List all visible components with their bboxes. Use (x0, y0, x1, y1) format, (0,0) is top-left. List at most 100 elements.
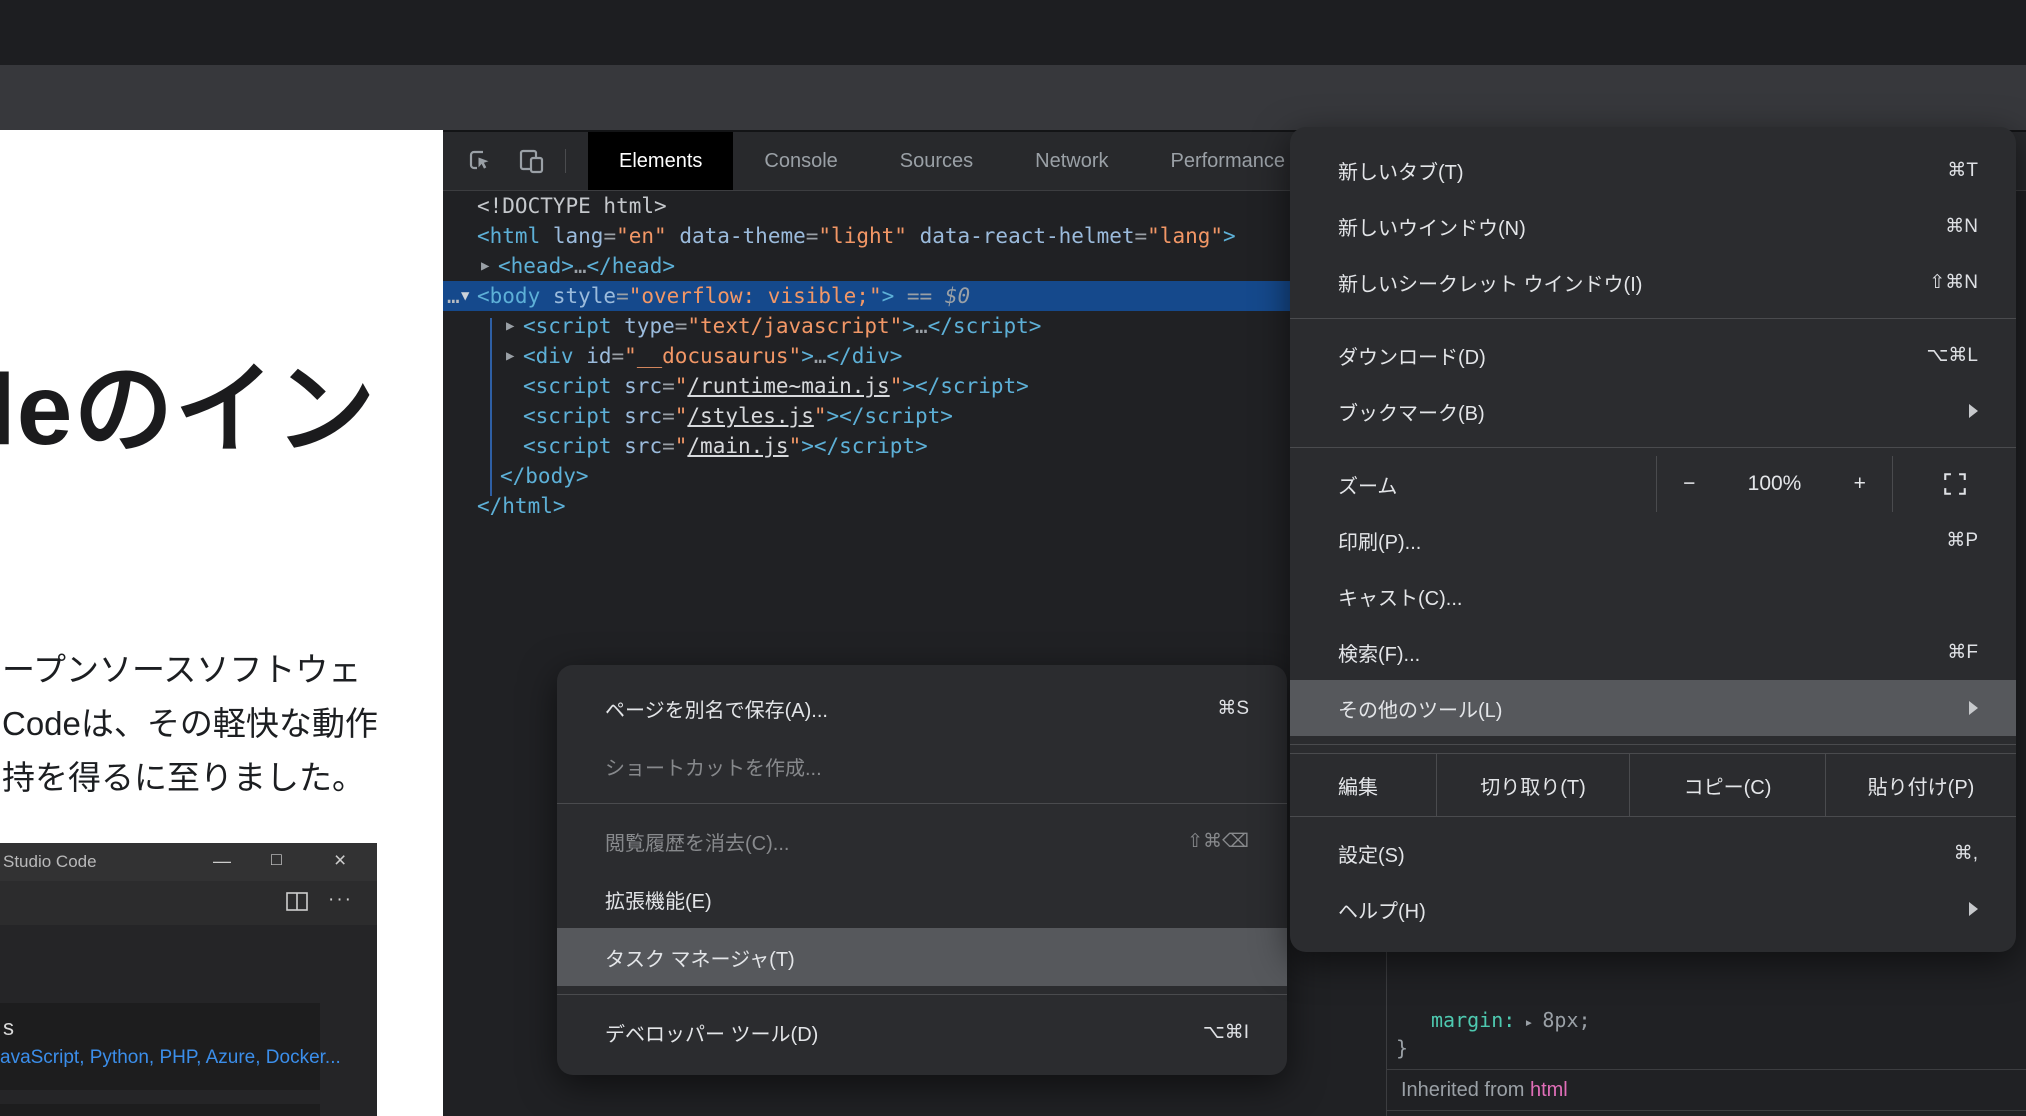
menu-item-label: ヘルプ(H) (1338, 895, 1969, 924)
syntax-token: > (882, 284, 895, 308)
menu-item-bookmarks[interactable]: ブックマーク(B) (1290, 383, 2016, 439)
menu-item-label: 検索(F)... (1338, 638, 1947, 667)
syntax-token: " (675, 404, 688, 428)
menu-item-new-tab[interactable]: 新しいタブ(T)⌘T (1290, 142, 2016, 198)
page-paragraph: ープンソースソフトウェCodeは、その軽快な動作持を得るに至りました。 (2, 643, 378, 805)
vscode-panel-strip (0, 1104, 320, 1116)
device-toolbar-icon[interactable] (517, 146, 547, 176)
menu-item-task-manager[interactable]: タスク マネージャ(T) (557, 928, 1287, 986)
syntax-token: src (612, 434, 663, 458)
syntax-token: data-react-helmet (907, 224, 1135, 248)
syntax-token: src (612, 374, 663, 398)
syntax-token: <script (523, 434, 612, 458)
dom-tree-line[interactable]: …▼<body style="overflow: visible;"> == $… (443, 281, 1420, 311)
vscode-partial-text: s (3, 1015, 14, 1041)
menu-item-shortcut: ⇧⌘⌫ (1187, 830, 1249, 853)
zoom-out-button[interactable]: − (1683, 472, 1695, 496)
menu-item-label: 新しいタブ(T) (1338, 156, 1947, 185)
tab-sources[interactable]: Sources (869, 132, 1004, 190)
collapsed-arrow-icon[interactable]: ▶ (481, 251, 489, 281)
submenu-arrow-icon (1969, 902, 1978, 916)
syntax-token: ></script> (801, 434, 927, 458)
toolbar-divider (565, 149, 566, 173)
fullscreen-button[interactable] (1893, 456, 2016, 512)
menu-item-save-page-as[interactable]: ページを別名で保存(A)...⌘S (557, 679, 1287, 737)
syntax-token: style (540, 284, 616, 308)
menu-item-print[interactable]: 印刷(P)...⌘P (1290, 512, 2016, 568)
menu-item-label: ダウンロード(D) (1338, 341, 1927, 370)
edit-label: 編集 (1290, 754, 1436, 816)
syntax-token: = (603, 224, 616, 248)
syntax-token: "en" (616, 224, 667, 248)
menu-item-copy[interactable]: コピー(C) (1629, 754, 1825, 816)
menu-item-label: タスク マネージャ(T) (605, 943, 1249, 972)
menu-separator (557, 994, 1287, 995)
css-rule-line[interactable]: margin: ▸ 8px; (1431, 1008, 1591, 1032)
vscode-editor-toolbar: ··· (0, 881, 377, 925)
collapsed-arrow-icon[interactable]: ▶ (506, 311, 514, 341)
tab-console[interactable]: Console (733, 132, 868, 190)
paragraph-line: 持を得るに至りました。 (2, 751, 378, 805)
menu-item-cut[interactable]: 切り取り(T) (1436, 754, 1629, 816)
zoom-in-button[interactable]: + (1854, 472, 1866, 496)
screenshot-root: G ☆ (0, 0, 2026, 1116)
inspect-element-icon[interactable] (465, 146, 495, 176)
submenu-arrow-icon (1969, 404, 1978, 418)
menu-item-developer-tools[interactable]: デベロッパー ツール(D)⌥⌘I (557, 1003, 1287, 1061)
menu-item-help[interactable]: ヘルプ(H) (1290, 881, 2016, 937)
menu-item-downloads[interactable]: ダウンロード(D)⌥⌘L (1290, 327, 2016, 383)
vscode-title-bar: Studio Code — □ × (0, 843, 377, 881)
syntax-token: " (675, 434, 688, 458)
css-rule-line[interactable]: } (1396, 1036, 1408, 1060)
syntax-token: == (894, 284, 945, 308)
paragraph-line: ープンソースソフトウェ (2, 643, 378, 697)
syntax-token: ></script> (902, 374, 1028, 398)
menu-item-more-tools[interactable]: その他のツール(L) (1290, 680, 2016, 736)
syntax-token: <head> (498, 254, 574, 278)
tab-network[interactable]: Network (1004, 132, 1139, 190)
menu-item-create-shortcut: ショートカットを作成... (557, 737, 1287, 795)
collapsed-arrow-icon[interactable]: ▶ (506, 341, 514, 371)
syntax-token: " (789, 434, 802, 458)
syntax-token: … (814, 344, 827, 368)
syntax-token: = (662, 404, 675, 428)
hidden-nodes-ellipsis[interactable]: … (447, 281, 460, 311)
syntax-token: "overflow: visible;" (629, 284, 882, 308)
syntax-token: /runtime~main.js (687, 374, 889, 398)
syntax-token: "__docusaurus" (624, 344, 801, 368)
menu-separator (557, 803, 1287, 804)
web-page: leのイン ープンソースソフトウェCodeは、その軽快な動作持を得るに至りました… (0, 130, 443, 1116)
submenu-arrow-icon (1969, 701, 1978, 715)
menu-item-cast[interactable]: キャスト(C)... (1290, 568, 2016, 624)
zoom-level-value: 100% (1748, 472, 1802, 496)
menu-item-new-incognito-window[interactable]: 新しいシークレット ウインドウ(I)⇧⌘N (1290, 254, 2016, 310)
syntax-token: /main.js (687, 434, 788, 458)
tab-strip (0, 0, 2026, 65)
menu-item-label: デベロッパー ツール(D) (605, 1018, 1203, 1047)
syntax-token: id (574, 344, 612, 368)
menu-item-find[interactable]: 検索(F)...⌘F (1290, 624, 2016, 680)
menu-item-settings[interactable]: 設定(S)⌘, (1290, 825, 2016, 881)
menu-item-shortcut: ⌘T (1947, 159, 1978, 182)
syntax-token: " (890, 374, 903, 398)
syntax-token: " (675, 374, 688, 398)
menu-item-shortcut: ⌥⌘I (1203, 1021, 1249, 1044)
expanded-arrow-icon[interactable]: ▼ (461, 281, 469, 311)
menu-item-label: ページを別名で保存(A)... (605, 694, 1217, 723)
menu-item-shortcut: ⌘, (1954, 842, 1978, 865)
syntax-token: = (1135, 224, 1148, 248)
menu-item-new-window[interactable]: 新しいウインドウ(N)⌘N (1290, 198, 2016, 254)
syntax-token: <!DOCTYPE html> (477, 194, 667, 218)
syntax-token: </body> (500, 464, 589, 488)
menu-item-zoom: ズーム − 100% + (1290, 456, 2016, 512)
menu-item-paste[interactable]: 貼り付け(P) (1825, 754, 2016, 816)
syntax-token: <script (523, 404, 612, 428)
inherited-from-header: Inherited from html (1387, 1069, 2026, 1111)
tab-elements[interactable]: Elements (588, 132, 733, 190)
menu-item-shortcut: ⌘P (1946, 529, 1978, 552)
zoom-label: ズーム (1290, 456, 1656, 512)
menu-item-extensions[interactable]: 拡張機能(E) (557, 870, 1287, 928)
syntax-token: > (902, 314, 915, 338)
split-editor-icon (286, 892, 308, 916)
vscode-welcome-panel: s avaScript, Python, PHP, Azure, Docker.… (0, 1003, 320, 1090)
